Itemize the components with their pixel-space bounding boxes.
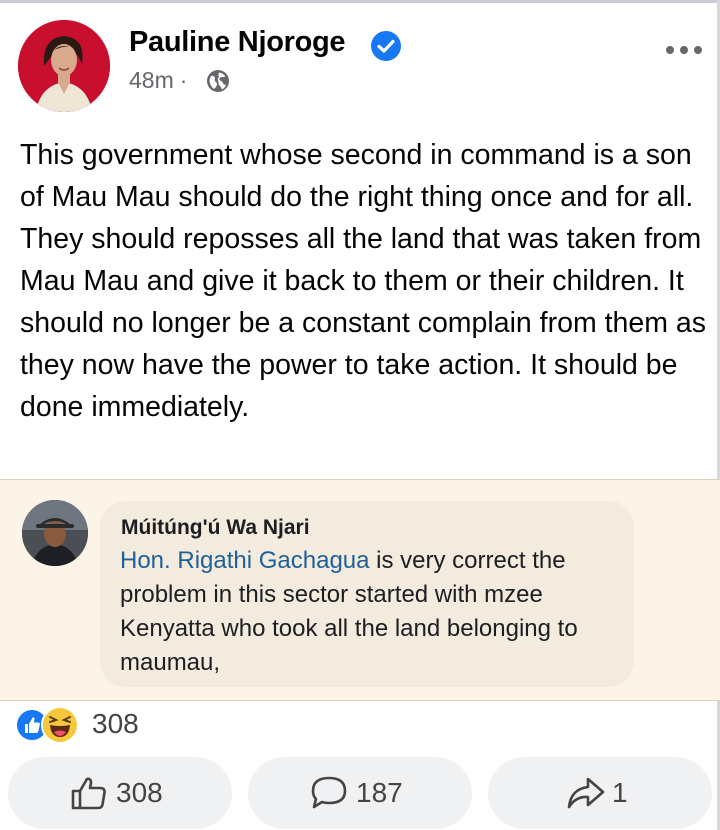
commenter-name: Múitúng'ú Wa Njari	[121, 516, 310, 539]
verified-badge-icon	[371, 31, 401, 61]
author-avatar[interactable]	[18, 20, 110, 112]
thumbs-up-icon	[71, 777, 106, 810]
post-time[interactable]: 48m	[129, 67, 174, 93]
comment-mention: Hon. Rigathi Gachagua	[120, 547, 370, 574]
commenter-avatar	[22, 500, 88, 566]
share-icon	[567, 777, 605, 809]
comment-button[interactable]: 187	[248, 757, 472, 829]
like-count: 308	[116, 777, 163, 808]
reaction-count[interactable]: 308	[92, 708, 139, 740]
comment-count: 187	[356, 777, 403, 808]
reactions-summary[interactable]	[15, 706, 95, 744]
post-body-text: This government whose second in command …	[20, 139, 706, 423]
share-count: 1	[612, 777, 628, 808]
meta-separator: ·	[179, 67, 188, 93]
share-button[interactable]: 1	[488, 757, 712, 829]
haha-reaction-icon	[41, 706, 79, 744]
globe-icon	[207, 70, 229, 92]
like-button[interactable]: 308	[8, 757, 232, 829]
comment-text: Hon. Rigathi Gachagua is very correct th…	[120, 544, 620, 680]
post-meta: 48m ·	[129, 67, 193, 94]
author-name[interactable]: Pauline Njoroge	[129, 26, 346, 59]
more-options-icon[interactable]	[663, 38, 705, 62]
top-divider	[0, 0, 720, 3]
comment-icon	[311, 776, 347, 809]
